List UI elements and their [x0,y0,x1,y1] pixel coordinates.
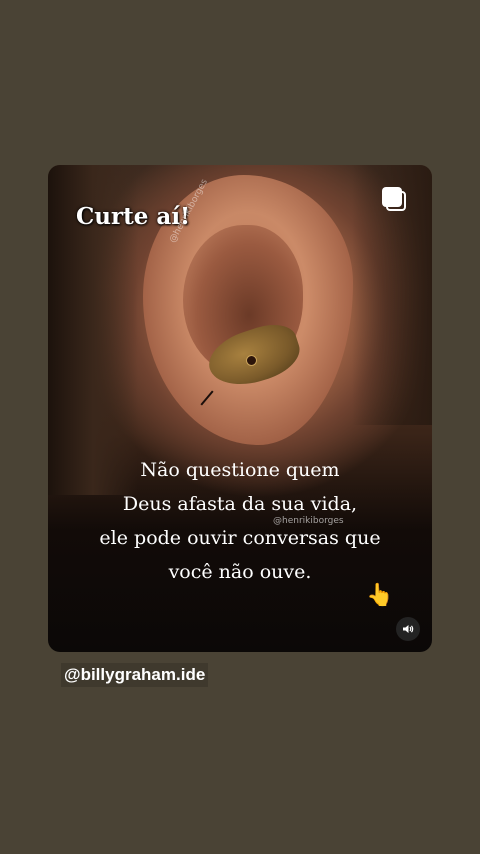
pointing-hand-icon: 👆 [366,583,394,608]
sound-toggle-button[interactable] [396,617,420,641]
carousel-icon [382,187,408,213]
quote-line-3: ele pode ouvir conversas que [99,527,381,549]
speaker-icon [403,625,414,633]
curte-ai-sticker: Curte aí! [76,203,191,230]
quote-text: Não questione quem Deus afasta da sua vi… [48,453,432,589]
post-card[interactable]: Curte aí! @henrikiborges Não questione q… [48,165,432,652]
account-handle[interactable]: @billygraham.ide [61,663,209,687]
quote-line-1: Não questione quem [140,459,340,481]
watermark-mid: @henrikiborges [273,516,344,526]
quote-line-2: Deus afasta da sua vida, [122,493,358,515]
image-snake-eye [246,355,257,366]
